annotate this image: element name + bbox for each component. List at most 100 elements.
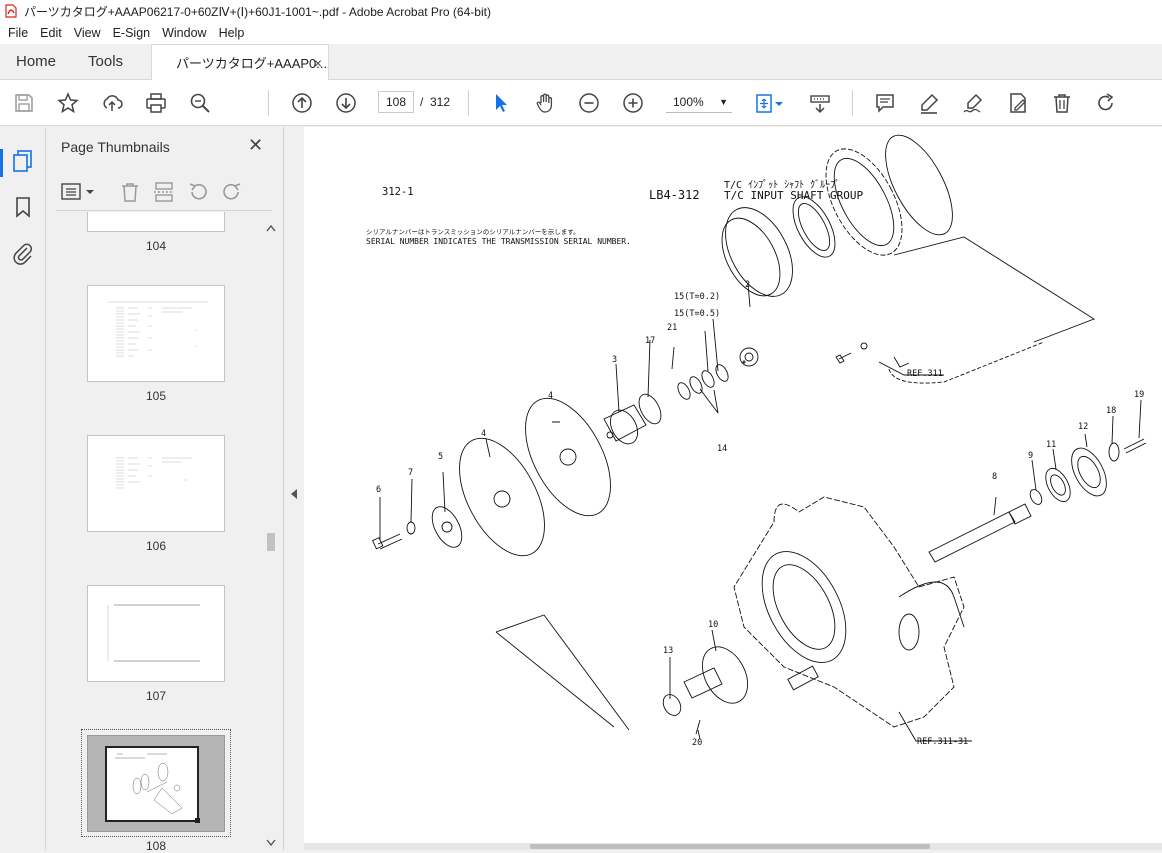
acrobat-pdf-icon bbox=[4, 4, 18, 18]
tab-bar: Home Tools パーツカタログ+AAAP0... × bbox=[0, 44, 1162, 80]
collapse-panel-icon[interactable] bbox=[289, 487, 299, 501]
callout-18: 18 bbox=[1106, 406, 1116, 416]
toolbar-divider bbox=[468, 90, 469, 116]
menu-edit[interactable]: Edit bbox=[34, 26, 68, 40]
delete-trash-icon[interactable] bbox=[1050, 91, 1074, 115]
bookmark-star-icon[interactable] bbox=[56, 91, 80, 115]
callout-19: 19 bbox=[1134, 390, 1144, 400]
window-title-bar: パーツカタログ+AAAP06217-0+60ZⅣ+(Ⅰ)+60J1-1001~.… bbox=[0, 0, 1162, 22]
thumbnail-preview bbox=[115, 753, 183, 815]
sign-icon[interactable] bbox=[961, 91, 985, 115]
thumbnail-preview bbox=[107, 604, 200, 662]
edit-pdf-icon[interactable] bbox=[1006, 91, 1030, 115]
document-viewport[interactable]: 312-1 LB4-312 T/C ｲﾝﾌﾟｯﾄ ｼｬﾌﾄ ｸﾞﾙｰﾌﾟ T/C… bbox=[304, 127, 1162, 850]
thumbnails-scrollbar[interactable] bbox=[264, 221, 278, 850]
callout-13: 13 bbox=[663, 646, 673, 656]
callout-7: 7 bbox=[408, 468, 413, 478]
thumbnail-label: 106 bbox=[145, 539, 167, 553]
menu-help[interactable]: Help bbox=[213, 26, 251, 40]
save-icon[interactable] bbox=[12, 91, 36, 115]
menu-view[interactable]: View bbox=[68, 26, 107, 40]
callout-9: 9 bbox=[1028, 451, 1033, 461]
thumbnail-page-107[interactable] bbox=[87, 585, 225, 682]
zoom-in-icon[interactable] bbox=[621, 91, 645, 115]
callout-11: 11 bbox=[1046, 440, 1056, 450]
thumbnail-label: 104 bbox=[145, 239, 167, 253]
delete-pages-icon[interactable] bbox=[118, 180, 142, 204]
callout-21: 21 bbox=[667, 323, 677, 333]
horizontal-scrollbar[interactable] bbox=[304, 843, 1162, 850]
previous-page-icon[interactable] bbox=[290, 91, 314, 115]
thumbnail-page-104[interactable] bbox=[87, 212, 225, 232]
ref-311-31: REF.311-31 bbox=[917, 737, 968, 747]
thumbnail-label: 107 bbox=[145, 689, 167, 703]
page-thumbnails-icon[interactable] bbox=[11, 149, 35, 173]
tab-tools[interactable]: Tools bbox=[72, 43, 139, 79]
callout-5: 5 bbox=[438, 452, 443, 462]
callout-15-a: 15(T=0.2) bbox=[674, 292, 720, 302]
thumbnail-page-106[interactable] bbox=[87, 435, 225, 532]
zoom-out-icon[interactable] bbox=[577, 91, 601, 115]
bookmarks-icon[interactable] bbox=[11, 195, 35, 219]
callout-15-b: 15(T=0.5) bbox=[674, 309, 720, 319]
next-page-icon[interactable] bbox=[334, 91, 358, 115]
extract-pages-icon[interactable] bbox=[152, 180, 176, 204]
tab-document-label: パーツカタログ+AAAP0... bbox=[176, 56, 328, 71]
group-code: LB4-312 bbox=[649, 188, 700, 202]
toolbar-divider bbox=[268, 90, 269, 116]
page-total: 312 bbox=[430, 95, 451, 109]
comment-icon[interactable] bbox=[873, 91, 897, 115]
thumbnail-page-105[interactable] bbox=[87, 285, 225, 382]
pdf-page: 312-1 LB4-312 T/C ｲﾝﾌﾟｯﾄ ｼｬﾌﾄ ｸﾞﾙｰﾌﾟ T/C… bbox=[304, 127, 1162, 843]
thumbnail-resize-handle[interactable] bbox=[195, 818, 200, 823]
menu-file[interactable]: File bbox=[2, 26, 34, 40]
page-fit-dropdown-icon[interactable] bbox=[772, 91, 786, 115]
toolbar-divider bbox=[852, 90, 853, 116]
menu-esign[interactable]: E-Sign bbox=[107, 26, 157, 40]
callout-17: 17 bbox=[645, 336, 655, 346]
menu-bar: File Edit View E-Sign Window Help bbox=[0, 22, 1162, 44]
page-separator: / bbox=[420, 95, 424, 109]
callout-4-b: 4 bbox=[481, 429, 486, 439]
zoom-value: 100% bbox=[673, 95, 704, 109]
active-indicator bbox=[0, 149, 3, 177]
panel-toolbar bbox=[56, 175, 272, 211]
left-nav-rail bbox=[0, 127, 46, 850]
tab-document[interactable]: パーツカタログ+AAAP0... × bbox=[151, 44, 330, 80]
chevron-down-icon: ▼ bbox=[719, 97, 728, 107]
page-number-input[interactable]: 108 bbox=[378, 91, 414, 113]
attachments-paperclip-icon[interactable] bbox=[11, 241, 35, 265]
share-upload-icon[interactable] bbox=[100, 91, 124, 115]
parts-diagram: 312-1 LB4-312 T/C ｲﾝﾌﾟｯﾄ ｼｬﾌﾄ ｸﾞﾙｰﾌﾟ T/C… bbox=[366, 134, 1147, 748]
zoom-select[interactable]: 100% ▼ bbox=[666, 91, 732, 113]
menu-window[interactable]: Window bbox=[156, 26, 212, 40]
callout-20: 20 bbox=[692, 738, 702, 748]
note-en: SERIAL NUMBER INDICATES THE TRANSMISSION… bbox=[366, 237, 631, 246]
rotate-ccw-icon[interactable] bbox=[186, 180, 210, 204]
rotate-redo-icon[interactable] bbox=[1094, 91, 1118, 115]
title-en: T/C INPUT SHAFT GROUP bbox=[724, 189, 863, 202]
find-search-icon[interactable] bbox=[188, 91, 212, 115]
print-icon[interactable] bbox=[144, 91, 168, 115]
scroll-mode-icon[interactable] bbox=[808, 91, 832, 115]
thumbnail-options-icon[interactable] bbox=[60, 180, 96, 204]
highlight-pen-icon[interactable] bbox=[917, 91, 941, 115]
panel-title: Page Thumbnails bbox=[61, 139, 170, 155]
note-jp: シリアルナンバーはトランスミッションのシリアルナンバーを示します。 bbox=[366, 228, 580, 236]
panel-close-icon[interactable]: ✕ bbox=[248, 135, 263, 156]
hand-pan-icon[interactable] bbox=[533, 91, 557, 115]
ref-311: REF.311 bbox=[907, 369, 943, 379]
window-title: パーツカタログ+AAAP06217-0+60ZⅣ+(Ⅰ)+60J1-1001~.… bbox=[24, 4, 491, 19]
callout-10: 10 bbox=[708, 620, 718, 630]
panel-collapse-strip[interactable] bbox=[284, 127, 304, 850]
callout-4-a: 4 bbox=[548, 391, 553, 401]
select-cursor-icon[interactable] bbox=[489, 91, 513, 115]
scrollbar-thumb[interactable] bbox=[530, 844, 930, 849]
thumbnail-preview bbox=[108, 301, 208, 357]
main-toolbar bbox=[0, 80, 1162, 126]
tab-home[interactable]: Home bbox=[0, 43, 72, 79]
tab-close-icon[interactable]: × bbox=[314, 55, 322, 71]
page-code: 312-1 bbox=[382, 186, 414, 198]
rotate-cw-icon[interactable] bbox=[220, 180, 244, 204]
thumbnail-page-108[interactable] bbox=[87, 735, 225, 832]
